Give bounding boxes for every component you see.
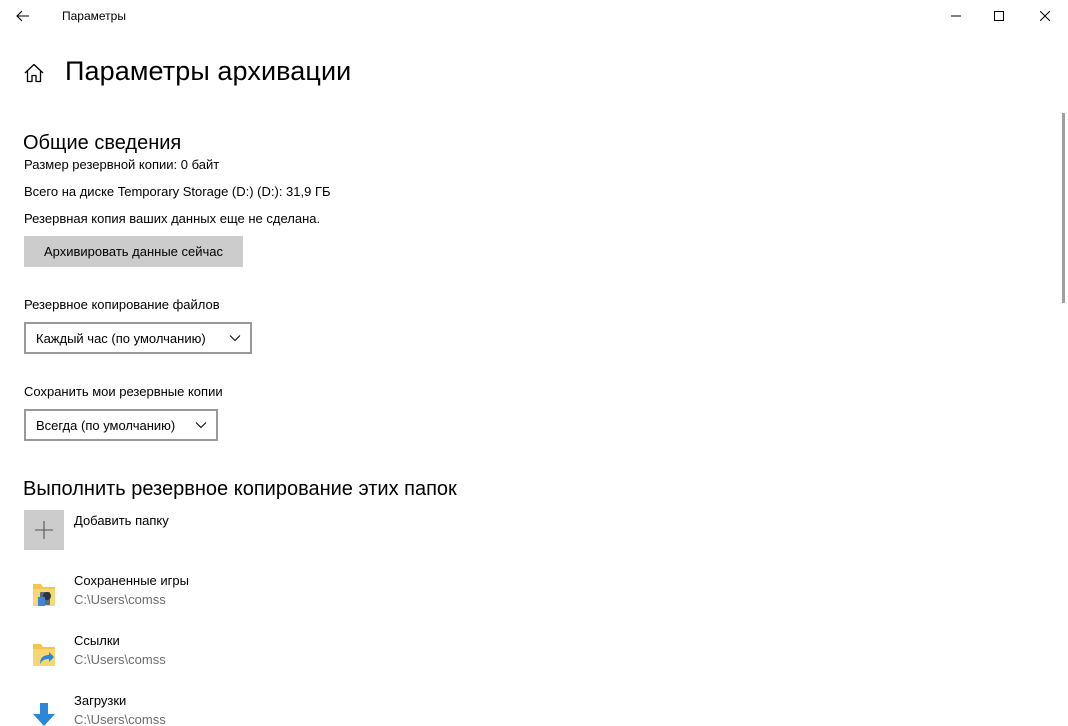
backup-frequency-value: Каждый час (по умолчанию) [36,330,206,346]
backup-frequency-label: Резервное копирование файлов [24,297,220,312]
backup-size-text: Размер резервной копии: 0 байт [24,157,220,172]
folder-item-links[interactable]: Ссылки C:\Users\comss [24,633,324,677]
back-button[interactable] [0,0,46,32]
folder-item-saved-games[interactable]: Сохраненные игры C:\Users\comss [24,573,324,617]
back-arrow-icon [16,10,29,22]
home-icon[interactable] [23,62,45,84]
maximize-icon [994,11,1004,21]
keep-backups-value: Всегда (по умолчанию) [36,417,176,433]
links-folder-icon [33,644,55,666]
add-folder-button[interactable] [24,510,64,550]
folder-name: Ссылки [74,633,120,648]
chevron-down-icon [195,422,207,429]
disk-total-text: Всего на диске Temporary Storage (D:) (D… [24,184,331,199]
folder-name: Сохраненные игры [74,573,189,588]
folder-path: C:\Users\comss [74,652,166,667]
plus-icon [35,521,53,539]
folder-path: C:\Users\comss [74,712,166,726]
minimize-icon [951,15,961,17]
keep-backups-label: Сохранить мои резервные копии [24,384,223,399]
chevron-down-icon [229,335,241,342]
keep-backups-dropdown[interactable]: Всегда (по умолчанию) [24,409,218,441]
close-icon [1040,11,1050,21]
add-folder-label[interactable]: Добавить папку [74,513,169,528]
backup-now-button[interactable]: Архивировать данные сейчас [24,236,243,267]
window-title: Параметры [62,9,126,23]
folders-heading: Выполнить резервное копирование этих пап… [23,478,457,500]
page-title: Параметры архивации [65,56,352,86]
title-bar: Параметры [0,0,1068,32]
folder-name: Загрузки [74,693,127,708]
downloads-folder-icon [33,703,55,726]
folder-path: C:\Users\comss [74,592,166,607]
maximize-button[interactable] [976,0,1022,32]
overview-heading: Общие сведения [23,132,182,154]
backup-status-text: Резервная копия ваших данных еще не сдел… [24,211,321,226]
saved-games-folder-icon [33,584,55,606]
vertical-scrollbar[interactable] [1062,113,1065,303]
backup-frequency-dropdown[interactable]: Каждый час (по умолчанию) [24,322,252,354]
folder-item-downloads[interactable]: Загрузки C:\Users\comss [24,693,324,726]
close-button[interactable] [1022,0,1068,32]
minimize-button[interactable] [933,0,979,32]
